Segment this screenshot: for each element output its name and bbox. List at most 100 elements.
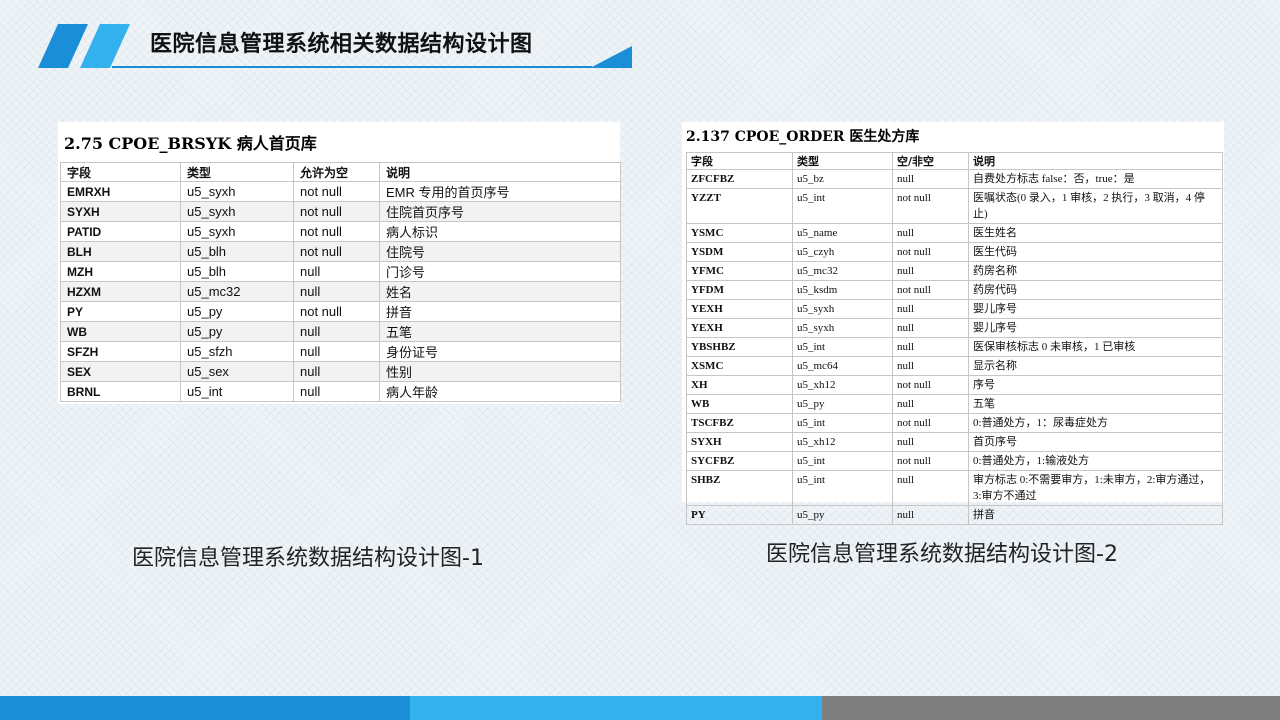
nullable-cell: null (892, 356, 969, 376)
description-cell: 姓名 (379, 281, 621, 302)
field-cell: BRNL (60, 381, 181, 402)
table-row: BRNL u5_int null 病人年龄 (60, 381, 621, 402)
description-cell: 显示名称 (968, 356, 1223, 376)
table2: 字段 类型 空/非空 说明 ZFCFBZ u5_bz null 自费处方标志 false：否… (686, 152, 1223, 525)
type-cell: u5_mc32 (792, 261, 893, 281)
type-cell: u5_syxh (180, 201, 294, 222)
type-cell: u5_int (792, 337, 893, 357)
description-cell: 药房代码 (968, 280, 1223, 300)
table-row: BLH u5_blh not null 住院号 (60, 241, 621, 262)
description-cell: 首页序号 (968, 432, 1223, 452)
field-cell: TSCFBZ (686, 413, 793, 433)
type-cell: u5_py (180, 321, 294, 342)
nullable-cell: not null (892, 451, 969, 471)
description-cell: 拼音 (968, 505, 1223, 525)
type-cell: u5_xh12 (792, 432, 893, 452)
nullable-cell: null (293, 321, 380, 342)
table-row: YBSHBZ u5_int null 医保审核标志 0 未审核，1 已审核 (686, 337, 1223, 357)
nullable-cell: not null (892, 242, 969, 262)
type-cell: u5_sfzh (180, 341, 294, 362)
description-cell: 五笔 (968, 394, 1223, 414)
field-cell: YZZT (686, 188, 793, 224)
table1-header-row: 字段 类型 允许为空 说明 (60, 162, 621, 182)
type-cell: u5_syxh (792, 318, 893, 338)
table-row: HZXM u5_mc32 null 姓名 (60, 281, 621, 302)
table-row: PY u5_py null 拼音 (686, 505, 1223, 525)
type-cell: u5_int (792, 413, 893, 433)
nullable-cell: null (892, 223, 969, 243)
nullable-cell: not null (293, 201, 380, 222)
table-row: YSDM u5_czyh not null 医生代码 (686, 242, 1223, 262)
type-cell: u5_bz (792, 169, 893, 189)
nullable-cell: not null (293, 241, 380, 262)
field-cell: YFMC (686, 261, 793, 281)
description-cell: 0:普通处方，1：尿毒症处方 (968, 413, 1223, 433)
field-cell: SYXH (686, 432, 793, 452)
nullable-cell: null (293, 341, 380, 362)
field-cell: SFZH (60, 341, 181, 362)
type-cell: u5_name (792, 223, 893, 243)
nullable-cell: not null (892, 375, 969, 395)
field-cell: YFDM (686, 280, 793, 300)
type-cell: u5_mc32 (180, 281, 294, 302)
footer-bar-blue (0, 696, 410, 720)
description-cell: 0:普通处方，1:输液处方 (968, 451, 1223, 471)
table-row: PY u5_py not null 拼音 (60, 301, 621, 322)
nullable-cell: not null (892, 280, 969, 300)
type-cell: u5_int (792, 470, 893, 506)
table-row: PATID u5_syxh not null 病人标识 (60, 221, 621, 242)
field-cell: YEXH (686, 299, 793, 319)
t1-header-cell: 说明 (379, 162, 621, 182)
footer-bar-gray (822, 696, 1280, 720)
description-cell: 药房名称 (968, 261, 1223, 281)
nullable-cell: not null (892, 413, 969, 433)
table-row: XH u5_xh12 not null 序号 (686, 375, 1223, 395)
nullable-cell: null (892, 394, 969, 414)
table-row: WB u5_py null 五笔 (686, 394, 1223, 414)
table-row: WB u5_py null 五笔 (60, 321, 621, 342)
field-cell: MZH (60, 261, 181, 282)
field-cell: XSMC (686, 356, 793, 376)
footer-bar-lightblue (410, 696, 822, 720)
table-row: SYXH u5_xh12 null 首页序号 (686, 432, 1223, 452)
table-row: YFMC u5_mc32 null 药房名称 (686, 261, 1223, 281)
description-cell: EMR 专用的首页序号 (379, 181, 621, 202)
header-stripe-2 (80, 24, 130, 68)
field-cell: WB (686, 394, 793, 414)
t2-header-cell: 类型 (792, 152, 893, 170)
table1: 字段 类型 允许为空 说明 EMRXH u5_syxh not null EMR 专用的首页… (60, 162, 621, 402)
description-cell: 婴儿序号 (968, 318, 1223, 338)
table1-title: 2.75 CPOE_BRSYK 病人首页库 (64, 134, 317, 153)
type-cell: u5_blh (180, 241, 294, 262)
field-cell: SYXH (60, 201, 181, 222)
nullable-cell: null (293, 361, 380, 382)
description-cell: 医生姓名 (968, 223, 1223, 243)
field-cell: XH (686, 375, 793, 395)
page-title: 医院信息管理系统相关数据结构设计图 (150, 31, 533, 57)
table-row: XSMC u5_mc64 null 显示名称 (686, 356, 1223, 376)
nullable-cell: not null (293, 221, 380, 242)
field-cell: SYCFBZ (686, 451, 793, 471)
table-row: EMRXH u5_syxh not null EMR 专用的首页序号 (60, 181, 621, 202)
field-cell: SEX (60, 361, 181, 382)
table-row: ZFCFBZ u5_bz null 自费处方标志 false：否，true：是 (686, 169, 1223, 189)
t1-header-cell: 允许为空 (293, 162, 380, 182)
type-cell: u5_syxh (180, 221, 294, 242)
type-cell: u5_blh (180, 261, 294, 282)
table1-panel: 2.75 CPOE_BRSYK 病人首页库 字段 类型 允许为空 说明 EMRXH u5… (58, 122, 621, 404)
description-cell: 婴儿序号 (968, 299, 1223, 319)
table-row: MZH u5_blh null 门诊号 (60, 261, 621, 282)
nullable-cell: null (892, 432, 969, 452)
nullable-cell: null (892, 470, 969, 506)
description-cell: 住院号 (379, 241, 621, 262)
field-cell: PATID (60, 221, 181, 242)
field-cell: PY (686, 505, 793, 525)
type-cell: u5_ksdm (792, 280, 893, 300)
nullable-cell: null (892, 318, 969, 338)
description-cell: 医嘱状态(0 录入，1 审核，2 执行，3 取消，4 停止) (968, 188, 1223, 224)
description-cell: 病人年龄 (379, 381, 621, 402)
table-row: SEX u5_sex null 性别 (60, 361, 621, 382)
type-cell: u5_int (792, 188, 893, 224)
field-cell: BLH (60, 241, 181, 262)
caption-left: 医院信息管理系统数据结构设计图-1 (132, 546, 484, 571)
